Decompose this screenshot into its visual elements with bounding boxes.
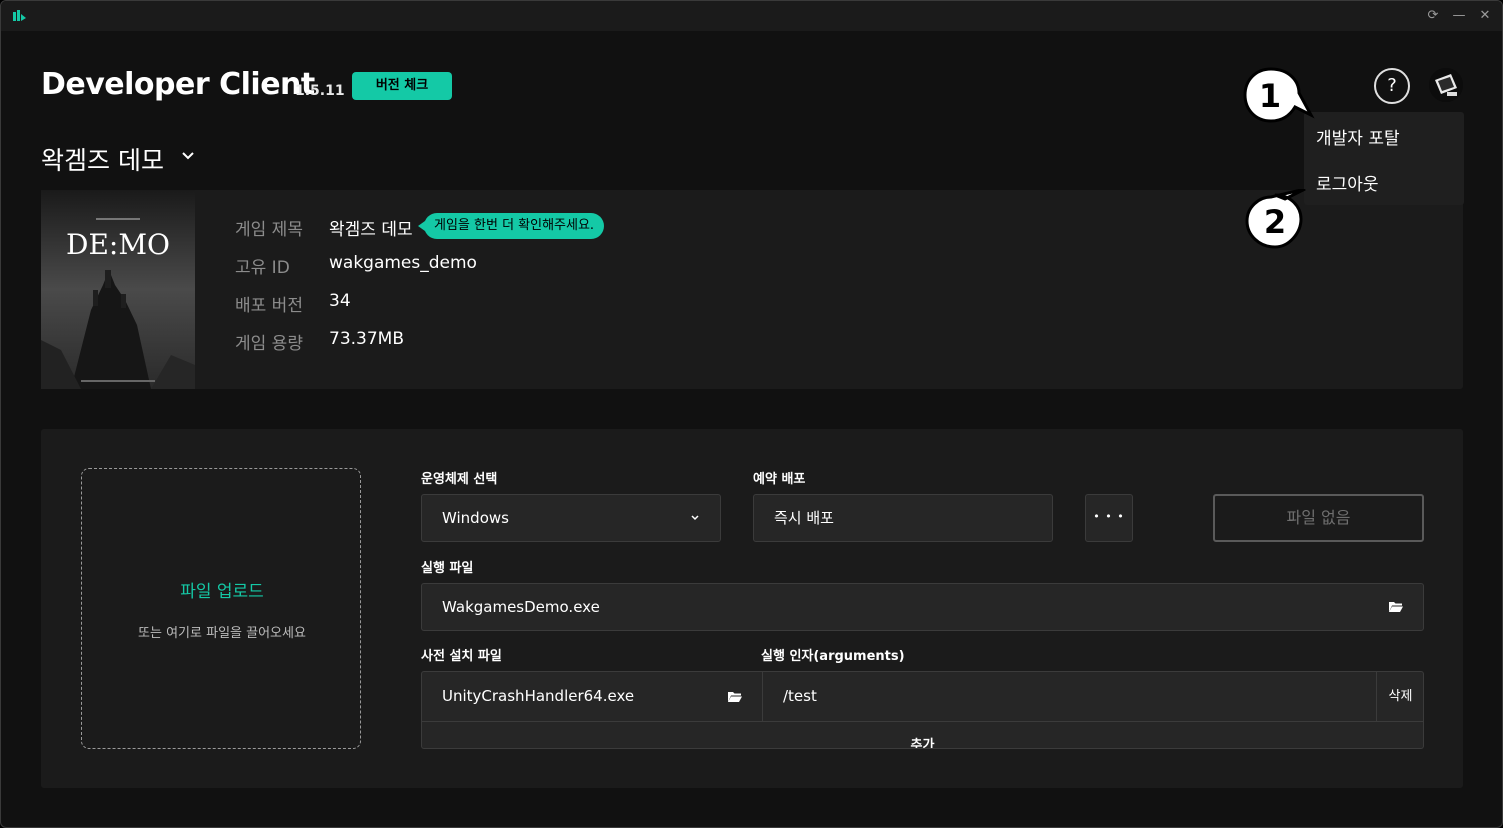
add-row-button[interactable]: 추가 (422, 734, 1423, 748)
info-value-title: 왁겜즈 데모 (329, 220, 413, 240)
divider (422, 721, 1423, 722)
avatar[interactable] (1429, 68, 1463, 102)
file-dropzone[interactable]: 파일 업로드 또는 여기로 파일을 끌어오세요 (81, 468, 361, 749)
confirm-tooltip: 게임을 한번 더 확인해주세요. (417, 213, 605, 239)
preinstall-label: 사전 설치 파일 (421, 649, 502, 664)
os-select[interactable]: Windows (421, 494, 721, 542)
callout-2-number: 2 (1263, 203, 1287, 241)
chevron-down-icon[interactable] (181, 149, 195, 163)
app-window: ⟳ — ✕ Developer Client 1.5.11 버전 체크 ? 왁겜… (0, 0, 1503, 828)
app-logo-icon (13, 10, 26, 21)
schedule-label: 예약 배포 (753, 472, 806, 487)
preinstall-value: UnityCrashHandler64.exe (442, 687, 635, 705)
version-check-button[interactable]: 버전 체크 (352, 72, 452, 100)
chevron-down-icon (691, 515, 699, 521)
info-value-id: wakgames_demo (329, 253, 477, 273)
info-label-id: 고유 ID (235, 258, 290, 278)
upload-subtitle: 또는 여기로 파일을 끌어오세요 (138, 626, 306, 641)
app-title: Developer Client (41, 67, 315, 102)
minimize-button[interactable]: — (1450, 7, 1468, 25)
folder-open-icon[interactable] (727, 690, 743, 703)
preinstall-field[interactable]: UnityCrashHandler64.exe (422, 672, 763, 721)
os-label: 운영체제 선택 (421, 472, 498, 487)
schedule-select[interactable]: 즉시 배포 (753, 494, 1053, 542)
cover-title: DE:MO (66, 228, 170, 261)
info-label-version: 배포 버전 (235, 296, 303, 316)
upload-title: 파일 업로드 (180, 582, 264, 602)
game-selector[interactable]: 왁겜즈 데모 (41, 141, 164, 177)
schedule-value: 즉시 배포 (774, 509, 834, 527)
menu-item-developer-portal[interactable]: 개발자 포탈 (1316, 124, 1400, 149)
info-value-version: 34 (329, 291, 351, 311)
args-field[interactable]: /test (763, 672, 1376, 721)
help-button[interactable]: ? (1374, 68, 1410, 104)
args-value: /test (783, 687, 817, 705)
delete-button[interactable]: 삭제 (1376, 672, 1424, 721)
info-label-size: 게임 용량 (235, 334, 303, 354)
info-value-size: 73.37MB (329, 329, 404, 349)
refresh-icon[interactable]: ⟳ (1424, 7, 1442, 25)
user-menu: 개발자 포탈 로그아웃 (1304, 112, 1464, 205)
exe-label: 실행 파일 (421, 561, 474, 576)
app-version: 1.5.11 (295, 83, 345, 99)
callout-1-number: 1 (1258, 77, 1282, 115)
args-label: 실행 인자(arguments) (761, 649, 905, 664)
avatar-image-icon (1429, 68, 1463, 102)
preinstall-table: UnityCrashHandler64.exe /test 삭제 추가 (421, 671, 1424, 749)
exe-field[interactable]: WakgamesDemo.exe (421, 583, 1424, 631)
title-bar: ⟳ — ✕ (1, 1, 1502, 31)
menu-item-logout[interactable]: 로그아웃 (1316, 170, 1379, 195)
info-label-title: 게임 제목 (235, 220, 303, 240)
folder-open-icon[interactable] (1388, 600, 1404, 613)
no-file-button[interactable]: 파일 없음 (1213, 494, 1424, 542)
cover-art-icon (41, 190, 195, 389)
os-select-value: Windows (442, 509, 509, 527)
more-options-button[interactable]: • • • (1085, 494, 1133, 542)
game-cover-image: DE:MO (41, 190, 195, 389)
close-button[interactable]: ✕ (1476, 7, 1494, 25)
exe-value: WakgamesDemo.exe (442, 598, 600, 616)
